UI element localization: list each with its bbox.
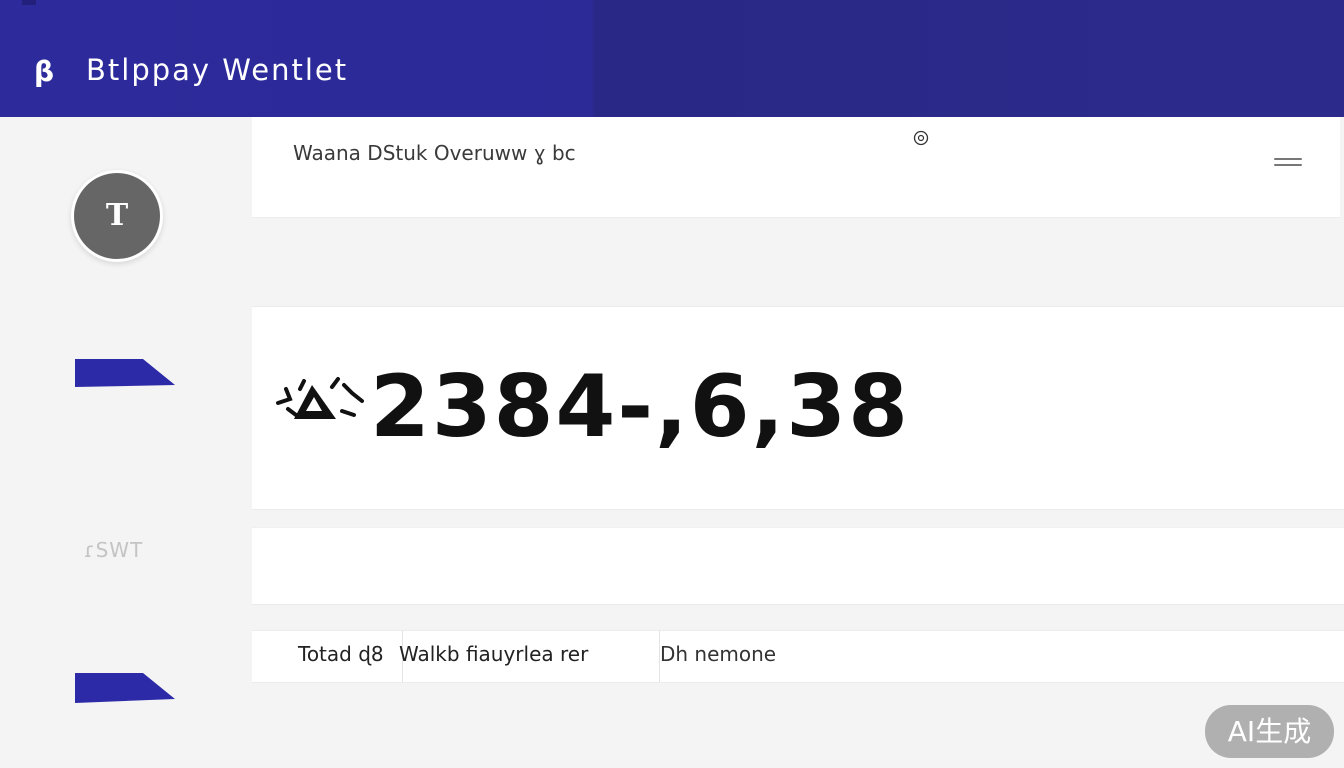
sidebar: T ɾSWT	[0, 117, 252, 768]
sidebar-nav-marker-1[interactable]	[75, 359, 175, 387]
summary-table: Totad ɖ8 Walkb fiauyrlea rer Dh nemone	[252, 630, 1344, 683]
empty-panel	[252, 527, 1344, 605]
app-header: β Btlppay Wentlet	[0, 0, 1344, 117]
overview-panel: Waana DStuk Overuww ɣ bc	[252, 117, 1340, 217]
wallet-emblem-icon	[274, 375, 366, 425]
balance-value: 2384-,6,38	[370, 357, 910, 457]
overview-title: Waana DStuk Overuww ɣ bc	[293, 141, 576, 165]
brand-logo-icon: β	[34, 55, 55, 88]
balance-panel: 2384-,6,38	[252, 306, 1344, 510]
table-cell: Walkb fiauyrlea rer	[399, 642, 589, 666]
table-cell: Totad ɖ8	[298, 642, 384, 666]
info-icon[interactable]	[913, 130, 929, 146]
header-corner-mark	[22, 0, 36, 5]
ai-generated-badge: AI生成	[1205, 705, 1334, 758]
sidebar-nav-marker-2[interactable]	[75, 673, 175, 703]
brand-title: Btlppay Wentlet	[86, 53, 349, 87]
avatar[interactable]: T	[71, 170, 163, 262]
table-row: Totad ɖ8 Walkb fiauyrlea rer Dh nemone	[252, 631, 1344, 682]
table-cell: Dh nemone	[660, 642, 777, 666]
arrow-tag-icon	[75, 673, 175, 703]
sidebar-nav-label[interactable]: ɾSWT	[84, 538, 143, 562]
arrow-tag-icon	[75, 359, 175, 387]
menu-icon[interactable]	[1274, 158, 1302, 170]
